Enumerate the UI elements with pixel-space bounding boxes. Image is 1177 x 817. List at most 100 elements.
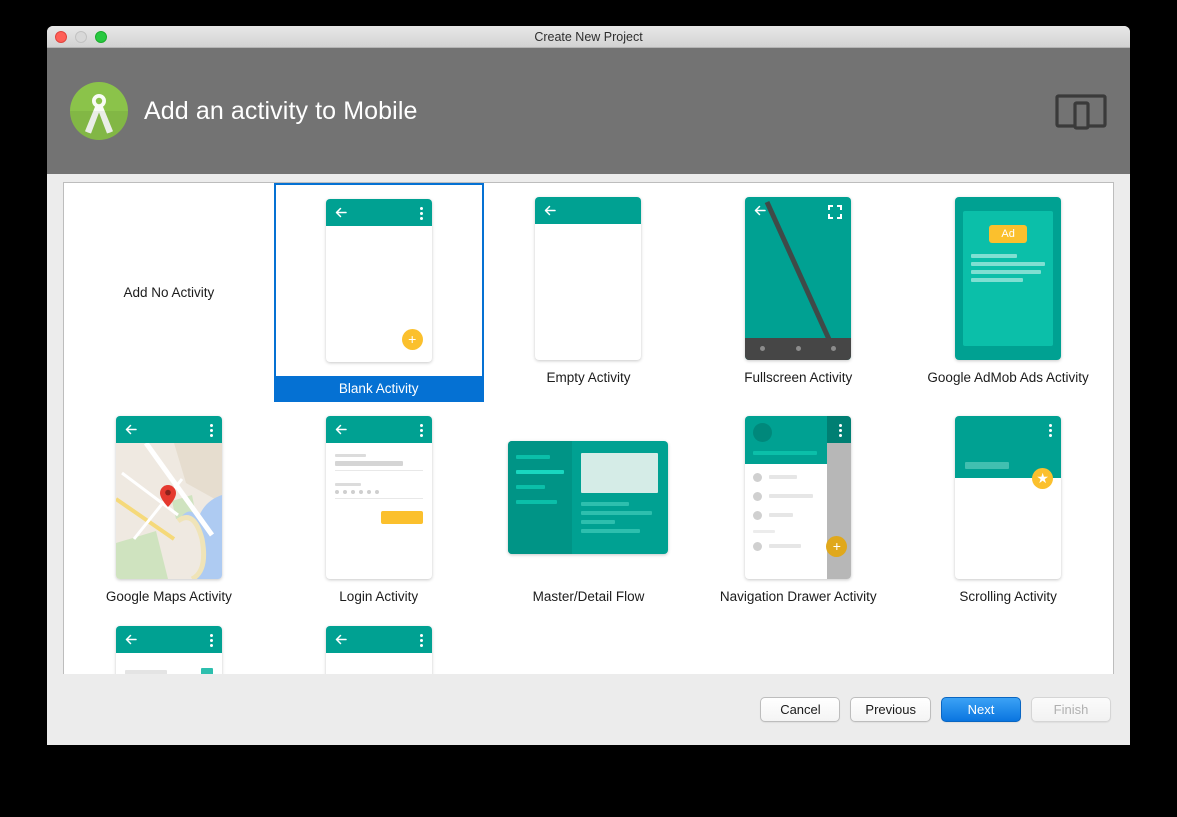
floating-action-button-icon: +: [402, 329, 423, 350]
overflow-menu-icon[interactable]: [420, 207, 423, 220]
activity-thumbnail: Ad: [955, 188, 1061, 368]
next-button[interactable]: Next: [941, 697, 1021, 722]
phone-mock-nav-drawer: +: [745, 416, 851, 579]
activity-tile-fullscreen-activity[interactable]: Fullscreen Activity: [693, 183, 903, 402]
activity-tile-navigation-drawer-activity[interactable]: + Navigation Drawer Activity: [693, 402, 903, 621]
avatar: [753, 423, 772, 442]
app-bar: [326, 416, 432, 443]
overflow-menu-icon[interactable]: [839, 424, 842, 437]
drawer-item[interactable]: [753, 511, 819, 520]
drawer-scrim-appbar: [827, 416, 851, 443]
field-underline: [335, 498, 423, 499]
overflow-menu-icon[interactable]: [210, 424, 213, 437]
activity-tile-login-activity[interactable]: Login Activity: [274, 402, 484, 621]
menu-item-label-placeholder: [769, 475, 797, 479]
close-window-button[interactable]: [55, 31, 67, 43]
previous-button[interactable]: Previous: [850, 697, 931, 722]
activity-tile-partial-row3-col5: [903, 621, 1113, 676]
activity-thumbnail: [508, 407, 668, 587]
activity-tile-partial-row3-col1[interactable]: [64, 621, 274, 676]
overflow-menu-icon[interactable]: [420, 424, 423, 437]
wizard-header: Add an activity to Mobile: [47, 48, 1130, 174]
menu-item-label-placeholder: [769, 513, 793, 517]
activity-tile-google-maps-activity[interactable]: Google Maps Activity: [64, 402, 274, 621]
activity-thumbnail: +: [745, 407, 851, 587]
detail-line-placeholder: [581, 502, 629, 506]
drawer-divider: [753, 530, 775, 533]
activity-tile-label: Login Activity: [339, 589, 418, 604]
overflow-menu-icon[interactable]: [1049, 424, 1052, 437]
activity-tile-label: Google Maps Activity: [106, 589, 232, 604]
map-canvas: [116, 443, 222, 579]
detail-line-placeholder: [581, 520, 615, 524]
activity-thumbnail: [116, 407, 222, 587]
menu-item-icon: [753, 542, 762, 551]
field-underline: [335, 470, 423, 471]
floating-action-button-icon: ★: [1032, 468, 1053, 489]
traffic-lights: [55, 31, 107, 43]
finish-button: Finish: [1031, 697, 1111, 722]
phone-mock-partial: [326, 626, 432, 676]
phone-mock-fullscreen: [745, 197, 851, 360]
ad-card: Ad: [963, 211, 1053, 346]
phone-mock-scrolling: ★: [955, 416, 1061, 579]
app-bar: [326, 199, 432, 226]
tablet-mock-master-detail: [508, 441, 668, 554]
placeholder-line: [971, 278, 1023, 282]
overflow-menu-icon[interactable]: [210, 634, 213, 647]
floating-action-button-icon: +: [826, 536, 847, 557]
field-label-placeholder: [335, 483, 361, 486]
minimize-window-button[interactable]: [75, 31, 87, 43]
field-label-placeholder: [335, 454, 367, 457]
activity-gallery[interactable]: Add No Activity +: [63, 182, 1114, 676]
tablet-and-phone-icon: [1054, 91, 1108, 131]
activity-tile-google-admob-ads-activity[interactable]: Ad Google AdMob Ads Activity: [903, 183, 1113, 402]
system-navigation-bar: [745, 338, 851, 360]
android-studio-logo-icon: [69, 81, 129, 141]
activity-tile-partial-row3-col3: [484, 621, 694, 676]
activity-tile-blank-activity[interactable]: + Blank Activity: [274, 183, 484, 402]
map-pin-icon: [160, 485, 176, 507]
activity-tile-label: Blank Activity: [274, 376, 484, 402]
drawer-item[interactable]: [753, 473, 819, 482]
app-bar-title-placeholder: [965, 462, 1009, 469]
activity-thumbnail: [745, 188, 851, 368]
activity-tile-label: Fullscreen Activity: [744, 370, 852, 385]
placeholder-line: [971, 262, 1045, 266]
overflow-menu-icon[interactable]: [420, 634, 423, 647]
activity-tile-partial-row3-col2[interactable]: [274, 621, 484, 676]
list-item-placeholder-selected: [516, 470, 564, 474]
activity-grid: Add No Activity +: [64, 183, 1113, 676]
activity-tile-master-detail-flow[interactable]: Master/Detail Flow: [484, 402, 694, 621]
app-bar: [116, 626, 222, 653]
phone-mock-partial: [116, 626, 222, 676]
drawer-item[interactable]: [753, 492, 819, 501]
detail-line-placeholder: [581, 511, 652, 515]
phone-mock-empty: [535, 197, 641, 360]
phone-mock-blank: +: [326, 199, 432, 362]
activity-gallery-region: Add No Activity +: [47, 174, 1130, 674]
zoom-window-button[interactable]: [95, 31, 107, 43]
expand-fullscreen-icon: [828, 205, 842, 219]
menu-item-icon: [753, 511, 762, 520]
drawer-header: [745, 416, 827, 464]
activity-tile-scrolling-activity[interactable]: ★ Scrolling Activity: [903, 402, 1113, 621]
activity-thumbnail: ★: [955, 407, 1061, 587]
back-arrow-icon: [335, 207, 347, 218]
wizard-button-bar: Cancel Previous Next Finish: [47, 674, 1130, 745]
list-item-placeholder: [516, 455, 550, 459]
activity-tile-add-no-activity[interactable]: Add No Activity: [64, 183, 274, 402]
menu-item-icon: [753, 473, 762, 482]
diagonal-line-decoration: [745, 197, 851, 360]
account-name-placeholder: [753, 451, 817, 455]
activity-thumbnail: [116, 626, 222, 676]
cancel-button[interactable]: Cancel: [760, 697, 840, 722]
detail-line-placeholder: [581, 529, 640, 533]
drawer-item[interactable]: [753, 542, 819, 551]
activity-tile-label: Navigation Drawer Activity: [720, 589, 877, 604]
activity-tile-empty-activity[interactable]: Empty Activity: [484, 183, 694, 402]
activity-tile-partial-row3-col4: [693, 621, 903, 676]
app-bar: [116, 416, 222, 443]
map-graphic: [116, 443, 222, 579]
activity-tile-label: Master/Detail Flow: [533, 589, 645, 604]
